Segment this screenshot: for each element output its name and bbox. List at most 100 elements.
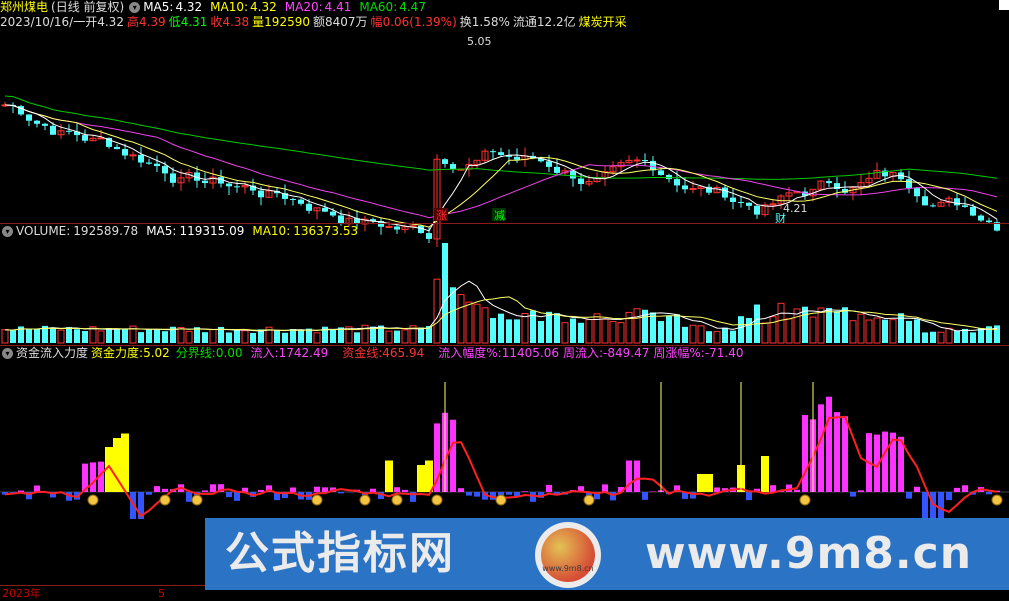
open-label: 开 bbox=[85, 15, 97, 29]
volume-bar bbox=[962, 329, 968, 343]
money-bag-icon bbox=[992, 495, 1002, 505]
inflow-bar bbox=[842, 416, 848, 492]
logo-circle bbox=[541, 528, 595, 582]
candle-body bbox=[138, 155, 144, 163]
chevron-down-icon[interactable]: ▾ bbox=[129, 2, 140, 13]
volume-bar bbox=[618, 323, 624, 343]
turnover-value: 1.58% bbox=[472, 15, 510, 29]
inflow-value: 1742.49 bbox=[279, 346, 329, 360]
candle-body bbox=[442, 159, 448, 164]
fund-force-bar bbox=[425, 461, 433, 493]
volume-bar bbox=[938, 332, 944, 343]
money-bag-icon bbox=[496, 495, 506, 505]
fund-force-bar bbox=[417, 465, 425, 492]
inflow-label: 流入: bbox=[251, 346, 279, 360]
outflow-bar bbox=[506, 492, 512, 495]
outflow-bar bbox=[642, 492, 648, 500]
volume-bar bbox=[698, 326, 704, 343]
volume-bar bbox=[282, 333, 288, 343]
candle-body bbox=[170, 173, 176, 182]
logo-caption: www.9m8.cn bbox=[535, 564, 601, 573]
candle-body bbox=[82, 135, 88, 141]
volume-bar bbox=[330, 330, 336, 343]
candle-body bbox=[690, 188, 696, 189]
volume-bar bbox=[26, 329, 32, 343]
volume-bar bbox=[914, 319, 920, 343]
period-label[interactable]: (日线 前复权) bbox=[51, 0, 124, 14]
vol-ma5-value: 119315.09 bbox=[179, 224, 244, 238]
corner-marker bbox=[999, 0, 1009, 10]
inflow-bar bbox=[602, 484, 608, 492]
chart-canvas[interactable]: 5.054.21涨减财 bbox=[0, 0, 1009, 600]
outflow-bar bbox=[226, 492, 232, 497]
candle-body bbox=[666, 175, 672, 179]
outflow-bar bbox=[922, 492, 928, 519]
inflow-bar bbox=[394, 487, 400, 492]
volume-bar bbox=[498, 314, 504, 343]
watermark-left-text: 公式指标网 bbox=[225, 528, 455, 580]
volume-bar bbox=[882, 320, 888, 343]
candle-body bbox=[50, 126, 56, 135]
inflow-bar bbox=[882, 432, 888, 492]
candle-body bbox=[490, 151, 496, 152]
candle-body bbox=[546, 161, 552, 167]
volume-bar bbox=[866, 320, 872, 343]
inflow-bar bbox=[954, 488, 960, 492]
volume-bar bbox=[210, 329, 216, 343]
volume-bar bbox=[450, 287, 456, 343]
inflow-bar bbox=[826, 397, 832, 492]
inflow-bar bbox=[858, 490, 864, 492]
volume-bar bbox=[226, 332, 232, 343]
float-label: 流通 bbox=[513, 15, 537, 29]
candle-body bbox=[258, 191, 264, 198]
volume-bar bbox=[162, 331, 168, 343]
candle-body bbox=[674, 179, 680, 185]
volume-bar bbox=[82, 331, 88, 343]
volume-bar bbox=[674, 314, 680, 343]
volume-bar bbox=[874, 318, 880, 343]
volume-bar bbox=[546, 312, 552, 343]
money-bag-icon bbox=[584, 495, 594, 505]
month-label: 5 bbox=[158, 586, 165, 601]
outflow-bar bbox=[746, 492, 752, 500]
candle-body bbox=[226, 184, 232, 187]
volume-bar bbox=[98, 331, 104, 343]
outflow-bar bbox=[466, 492, 472, 496]
low-mark-label: 4.21 bbox=[783, 202, 808, 215]
volume-bar bbox=[114, 330, 120, 343]
high-label: 高 bbox=[127, 15, 139, 29]
outflow-bar bbox=[530, 492, 536, 502]
volume-bar bbox=[538, 321, 544, 343]
volume-bar bbox=[586, 320, 592, 343]
volume-label: VOLUME: bbox=[16, 224, 70, 238]
ma60-line bbox=[5, 96, 997, 179]
ma10-value: 4.32 bbox=[250, 0, 277, 14]
volume-bar bbox=[690, 325, 696, 343]
outflow-bar bbox=[234, 492, 240, 501]
year-label: 2023年 bbox=[2, 586, 41, 601]
candle-body bbox=[450, 164, 456, 169]
volume-bar bbox=[658, 321, 664, 343]
volume-bar bbox=[610, 322, 616, 343]
indicator-name[interactable]: 资金流入力度 bbox=[16, 346, 88, 360]
money-bag-icon bbox=[160, 495, 170, 505]
volume-bar bbox=[2, 330, 8, 343]
candle-body bbox=[34, 121, 40, 124]
volume-bar bbox=[442, 243, 448, 343]
outflow-bar bbox=[906, 492, 912, 499]
candle-body bbox=[738, 202, 744, 203]
inflow-bar bbox=[154, 486, 160, 492]
volume-bar bbox=[242, 331, 248, 343]
money-bag-icon bbox=[432, 495, 442, 505]
stock-title[interactable]: 郑州煤电 bbox=[0, 0, 48, 14]
force-label: 资金力度: bbox=[91, 346, 143, 360]
week-inflow-value: -849.47 bbox=[603, 346, 649, 360]
vol-ma5-label: MA5: bbox=[146, 224, 176, 238]
inflow-bar bbox=[770, 485, 776, 492]
inflow-bar bbox=[650, 491, 656, 492]
chevron-down-icon[interactable]: ▾ bbox=[2, 226, 13, 237]
chevron-down-icon[interactable]: ▾ bbox=[2, 348, 13, 359]
candle-body bbox=[234, 186, 240, 187]
concept-tag[interactable]: 煤炭开采 bbox=[579, 15, 627, 29]
ma20-label: MA20: bbox=[285, 0, 323, 14]
